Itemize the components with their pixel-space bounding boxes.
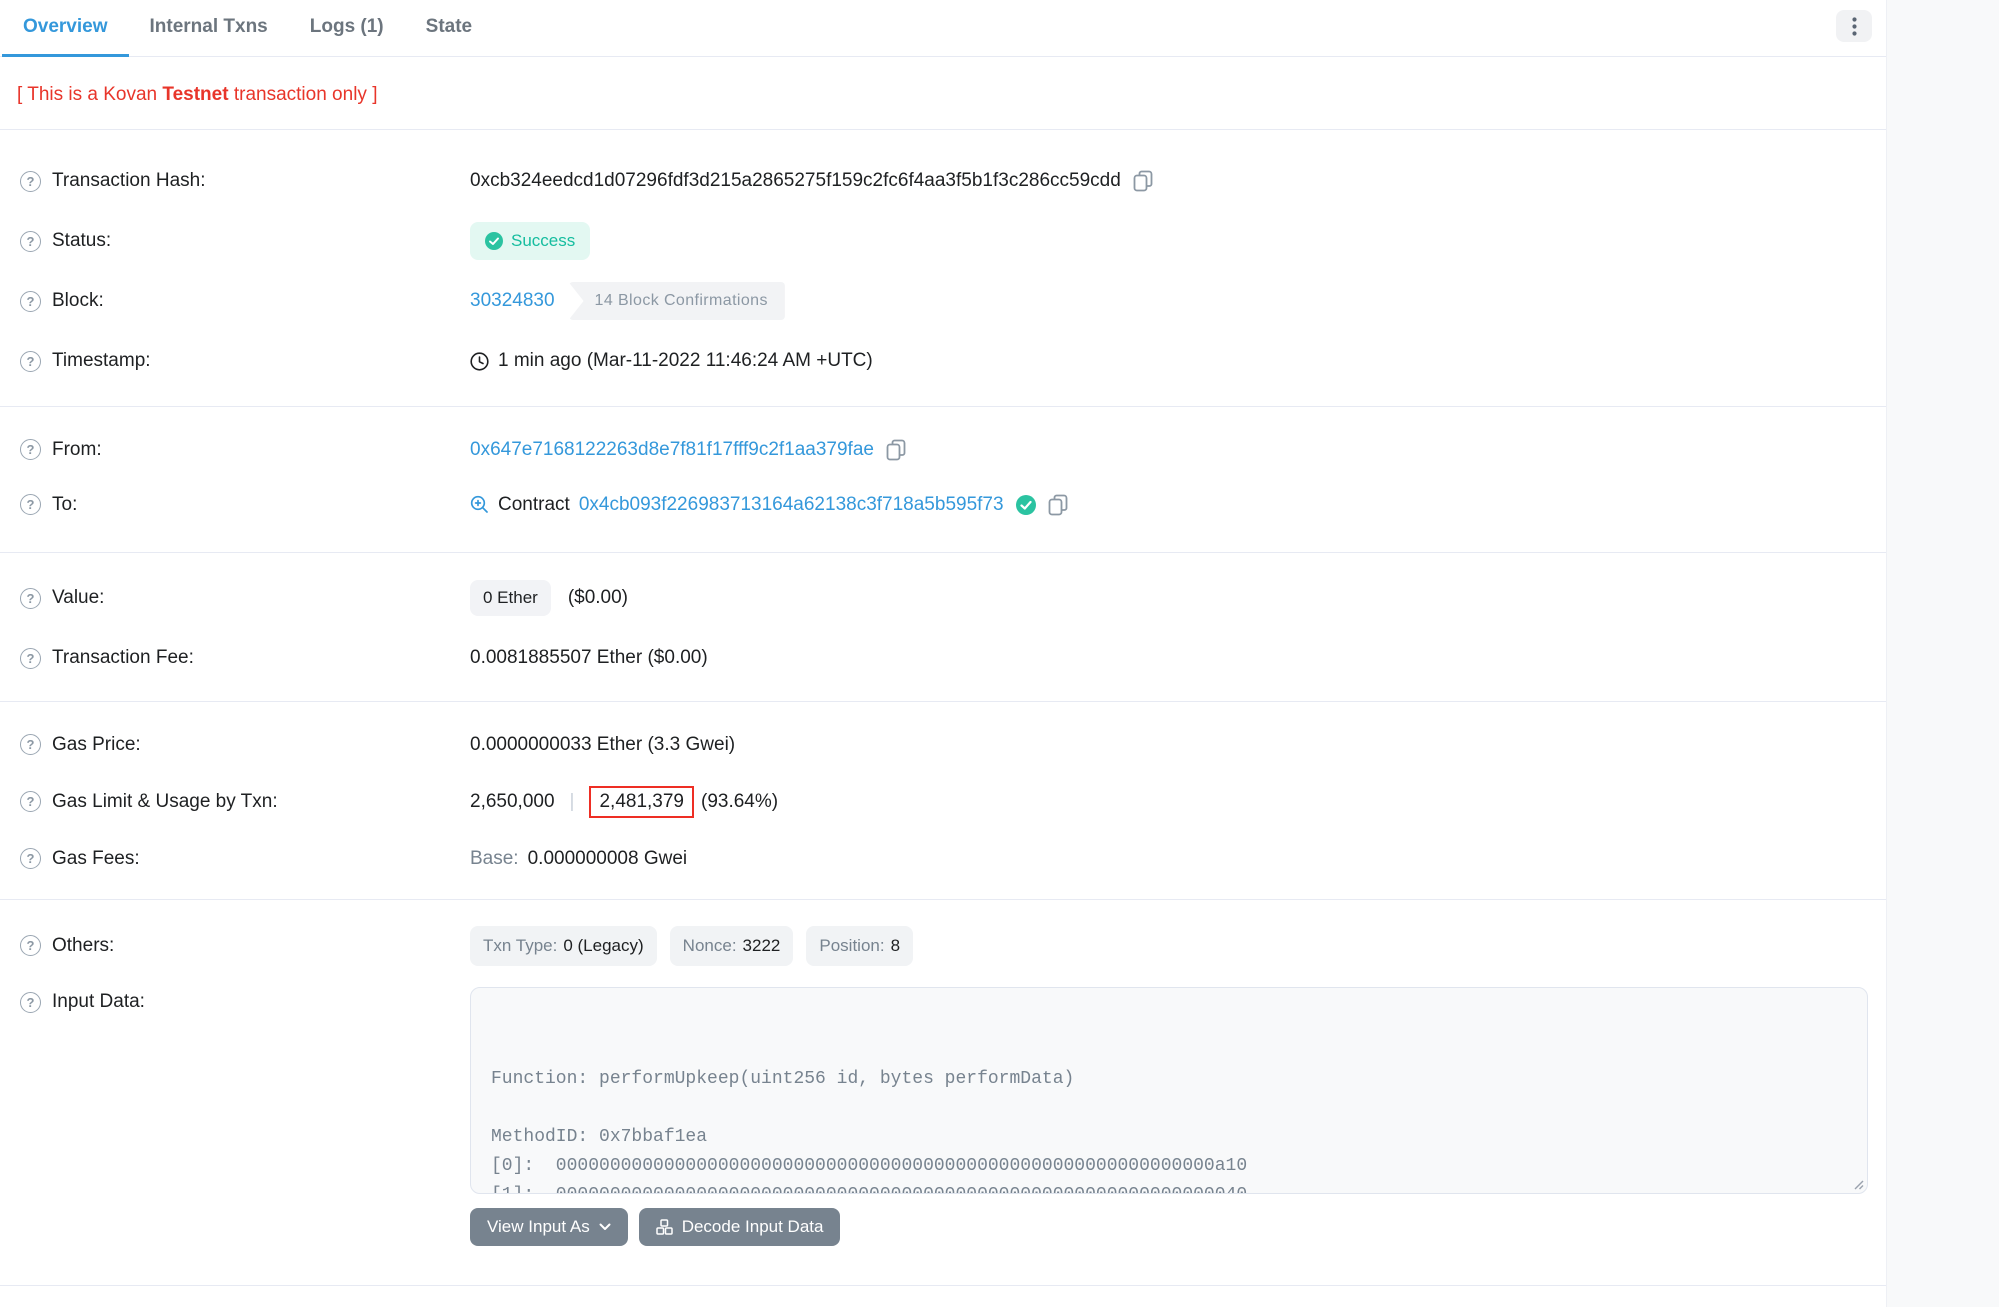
clock-icon [470, 352, 489, 371]
block-row: Block: 30324830 14 Block Confirmations [0, 271, 1886, 331]
check-circle-icon [485, 232, 503, 250]
position-badge: Position: 8 [806, 926, 913, 966]
gas-used-percent: (93.64%) [701, 791, 778, 813]
gas-limit-usage-label: Gas Limit & Usage by Txn: [52, 791, 278, 813]
transaction-detail-card: Overview Internal Txns Logs (1) State [ … [0, 0, 1887, 1307]
help-icon [20, 494, 41, 515]
gas-limit-value: 2,650,000 [470, 791, 555, 813]
tab-state[interactable]: State [405, 0, 493, 57]
view-input-as-button[interactable]: View Input As [470, 1208, 628, 1246]
timestamp-row: Timestamp: 1 min ago (Mar-11-2022 11:46:… [0, 331, 1886, 391]
timestamp-value: 1 min ago (Mar-11-2022 11:46:24 AM +UTC) [498, 350, 873, 372]
help-icon [20, 351, 41, 372]
base-fee-label: Base: [470, 848, 519, 870]
input-data-label: Input Data: [52, 991, 145, 1013]
copy-hash-button[interactable] [1133, 170, 1153, 192]
decode-input-data-button[interactable]: Decode Input Data [639, 1208, 841, 1246]
help-icon [20, 171, 41, 192]
tab-overview[interactable]: Overview [2, 0, 129, 57]
status-badge: Success [470, 222, 590, 260]
block-number-link[interactable]: 30324830 [470, 290, 555, 312]
gas-price-row: Gas Price: 0.0000000033 Ether (3.3 Gwei) [0, 716, 1886, 773]
help-icon [20, 588, 41, 609]
tab-internal-txns[interactable]: Internal Txns [129, 0, 289, 57]
help-icon [20, 439, 41, 460]
transaction-hash-label: Transaction Hash: [52, 170, 205, 192]
to-row: To: Contract 0x4cb093f226983713164a62138… [0, 477, 1886, 532]
help-icon [20, 231, 41, 252]
txn-type-badge: Txn Type: 0 (Legacy) [470, 926, 657, 966]
nonce-badge: Nonce: 3222 [670, 926, 794, 966]
to-label: To: [52, 494, 77, 516]
help-icon [20, 291, 41, 312]
help-icon [20, 992, 41, 1013]
copy-icon [886, 439, 906, 461]
from-address-link[interactable]: 0x647e7168122263d8e7f81f17fff9c2f1aa379f… [470, 439, 874, 461]
value-usd: ($0.00) [568, 587, 628, 609]
copy-icon [1133, 170, 1153, 192]
help-icon [20, 848, 41, 869]
copy-to-address-button[interactable] [1048, 494, 1068, 516]
chevron-down-icon [599, 1223, 611, 1231]
base-fee-value: 0.000000008 Gwei [528, 848, 688, 870]
ether-amount-badge: 0 Ether [470, 580, 551, 616]
input-data-text: Function: performUpkeep(uint256 id, byte… [491, 1065, 1847, 1194]
input-data-row: Input Data: Function: performUpkeep(uint… [0, 987, 1886, 1246]
contract-prefix: Contract [498, 494, 570, 516]
to-contract-address-link[interactable]: 0x4cb093f226983713164a62138c3f718a5b595f… [579, 494, 1004, 516]
gas-fees-label: Gas Fees: [52, 848, 140, 870]
help-icon [20, 734, 41, 755]
input-data-box[interactable]: Function: performUpkeep(uint256 id, byte… [470, 987, 1868, 1194]
gas-limit-usage-row: Gas Limit & Usage by Txn: 2,650,000 | 2,… [0, 773, 1886, 830]
status-row: Status: Success [0, 211, 1886, 271]
more-options-button[interactable] [1836, 10, 1872, 42]
zoom-in-icon [470, 495, 489, 514]
value-row: Value: 0 Ether ($0.00) [0, 568, 1886, 628]
resize-grip-icon[interactable] [1852, 1178, 1864, 1190]
transaction-hash-row: Transaction Hash: 0xcb324eedcd1d07296fdf… [0, 151, 1886, 211]
tab-logs[interactable]: Logs (1) [289, 0, 405, 57]
gas-price-label: Gas Price: [52, 734, 141, 756]
help-icon [20, 648, 41, 669]
tab-bar: Overview Internal Txns Logs (1) State [0, 0, 1886, 57]
gas-fees-row: Gas Fees: Base: 0.000000008 Gwei [0, 830, 1886, 887]
copy-from-address-button[interactable] [886, 439, 906, 461]
divider [0, 1285, 1886, 1286]
transaction-fee-label: Transaction Fee: [52, 647, 194, 669]
transaction-fee-value: 0.0081885507 Ether ($0.00) [470, 647, 708, 669]
from-row: From: 0x647e7168122263d8e7f81f17fff9c2f1… [0, 422, 1886, 477]
from-label: From: [52, 439, 102, 461]
gas-price-value: 0.0000000033 Ether (3.3 Gwei) [470, 734, 735, 756]
cubes-icon [656, 1219, 673, 1235]
separator: | [570, 791, 575, 813]
timestamp-label: Timestamp: [52, 350, 151, 372]
help-icon [20, 791, 41, 812]
transaction-fee-row: Transaction Fee: 0.0081885507 Ether ($0.… [0, 628, 1886, 688]
others-row: Others: Txn Type: 0 (Legacy) Nonce: 3222… [0, 917, 1886, 974]
value-label: Value: [52, 587, 104, 609]
copy-icon [1048, 494, 1068, 516]
gas-used-value-highlighted: 2,481,379 [589, 786, 694, 818]
block-confirmations-badge: 14 Block Confirmations [569, 282, 785, 320]
status-label: Status: [52, 230, 111, 252]
block-label: Block: [52, 290, 104, 312]
help-icon [20, 935, 41, 956]
testnet-notice: [ This is a Kovan Testnet transaction on… [17, 84, 1886, 106]
others-label: Others: [52, 935, 114, 957]
vertical-ellipsis-icon [1852, 17, 1857, 36]
transaction-hash-value: 0xcb324eedcd1d07296fdf3d215a2865275f159c… [470, 170, 1121, 192]
verified-check-icon [1016, 495, 1036, 515]
